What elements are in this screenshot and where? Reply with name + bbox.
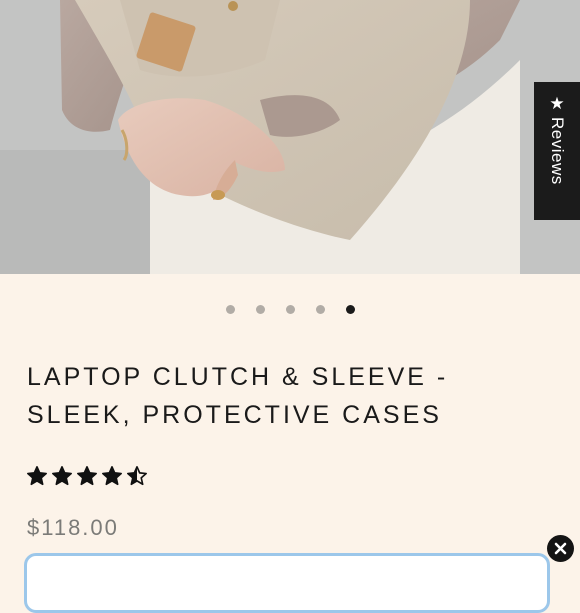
carousel-dots	[226, 305, 355, 314]
reviews-tab[interactable]: ★ Reviews	[534, 82, 580, 220]
carousel-dot[interactable]	[286, 305, 295, 314]
carousel-dot[interactable]	[316, 305, 325, 314]
carousel-dot[interactable]	[226, 305, 235, 314]
star-rating[interactable]	[26, 465, 148, 487]
close-button[interactable]	[547, 535, 574, 562]
carousel-dot[interactable]	[346, 305, 355, 314]
carousel-dot[interactable]	[256, 305, 265, 314]
close-icon	[554, 542, 567, 555]
product-title-line-2: SLEEK, PROTECTIVE CASES	[27, 401, 442, 429]
product-image[interactable]	[0, 0, 580, 274]
star-icon	[27, 466, 47, 486]
reviews-tab-label: Reviews	[548, 117, 567, 185]
product-title-line-1: LAPTOP CLUTCH & SLEEVE -	[27, 363, 449, 391]
star-icon: ★	[549, 94, 565, 114]
star-icon	[102, 466, 122, 486]
star-icon	[127, 466, 147, 486]
star-icon	[52, 466, 72, 486]
product-price: $118.00	[27, 515, 119, 540]
product-title: LAPTOP CLUTCH & SLEEVE - SLEEK, PROTECTI…	[27, 358, 547, 434]
bottom-action-button[interactable]	[24, 553, 550, 613]
star-icon	[77, 466, 97, 486]
